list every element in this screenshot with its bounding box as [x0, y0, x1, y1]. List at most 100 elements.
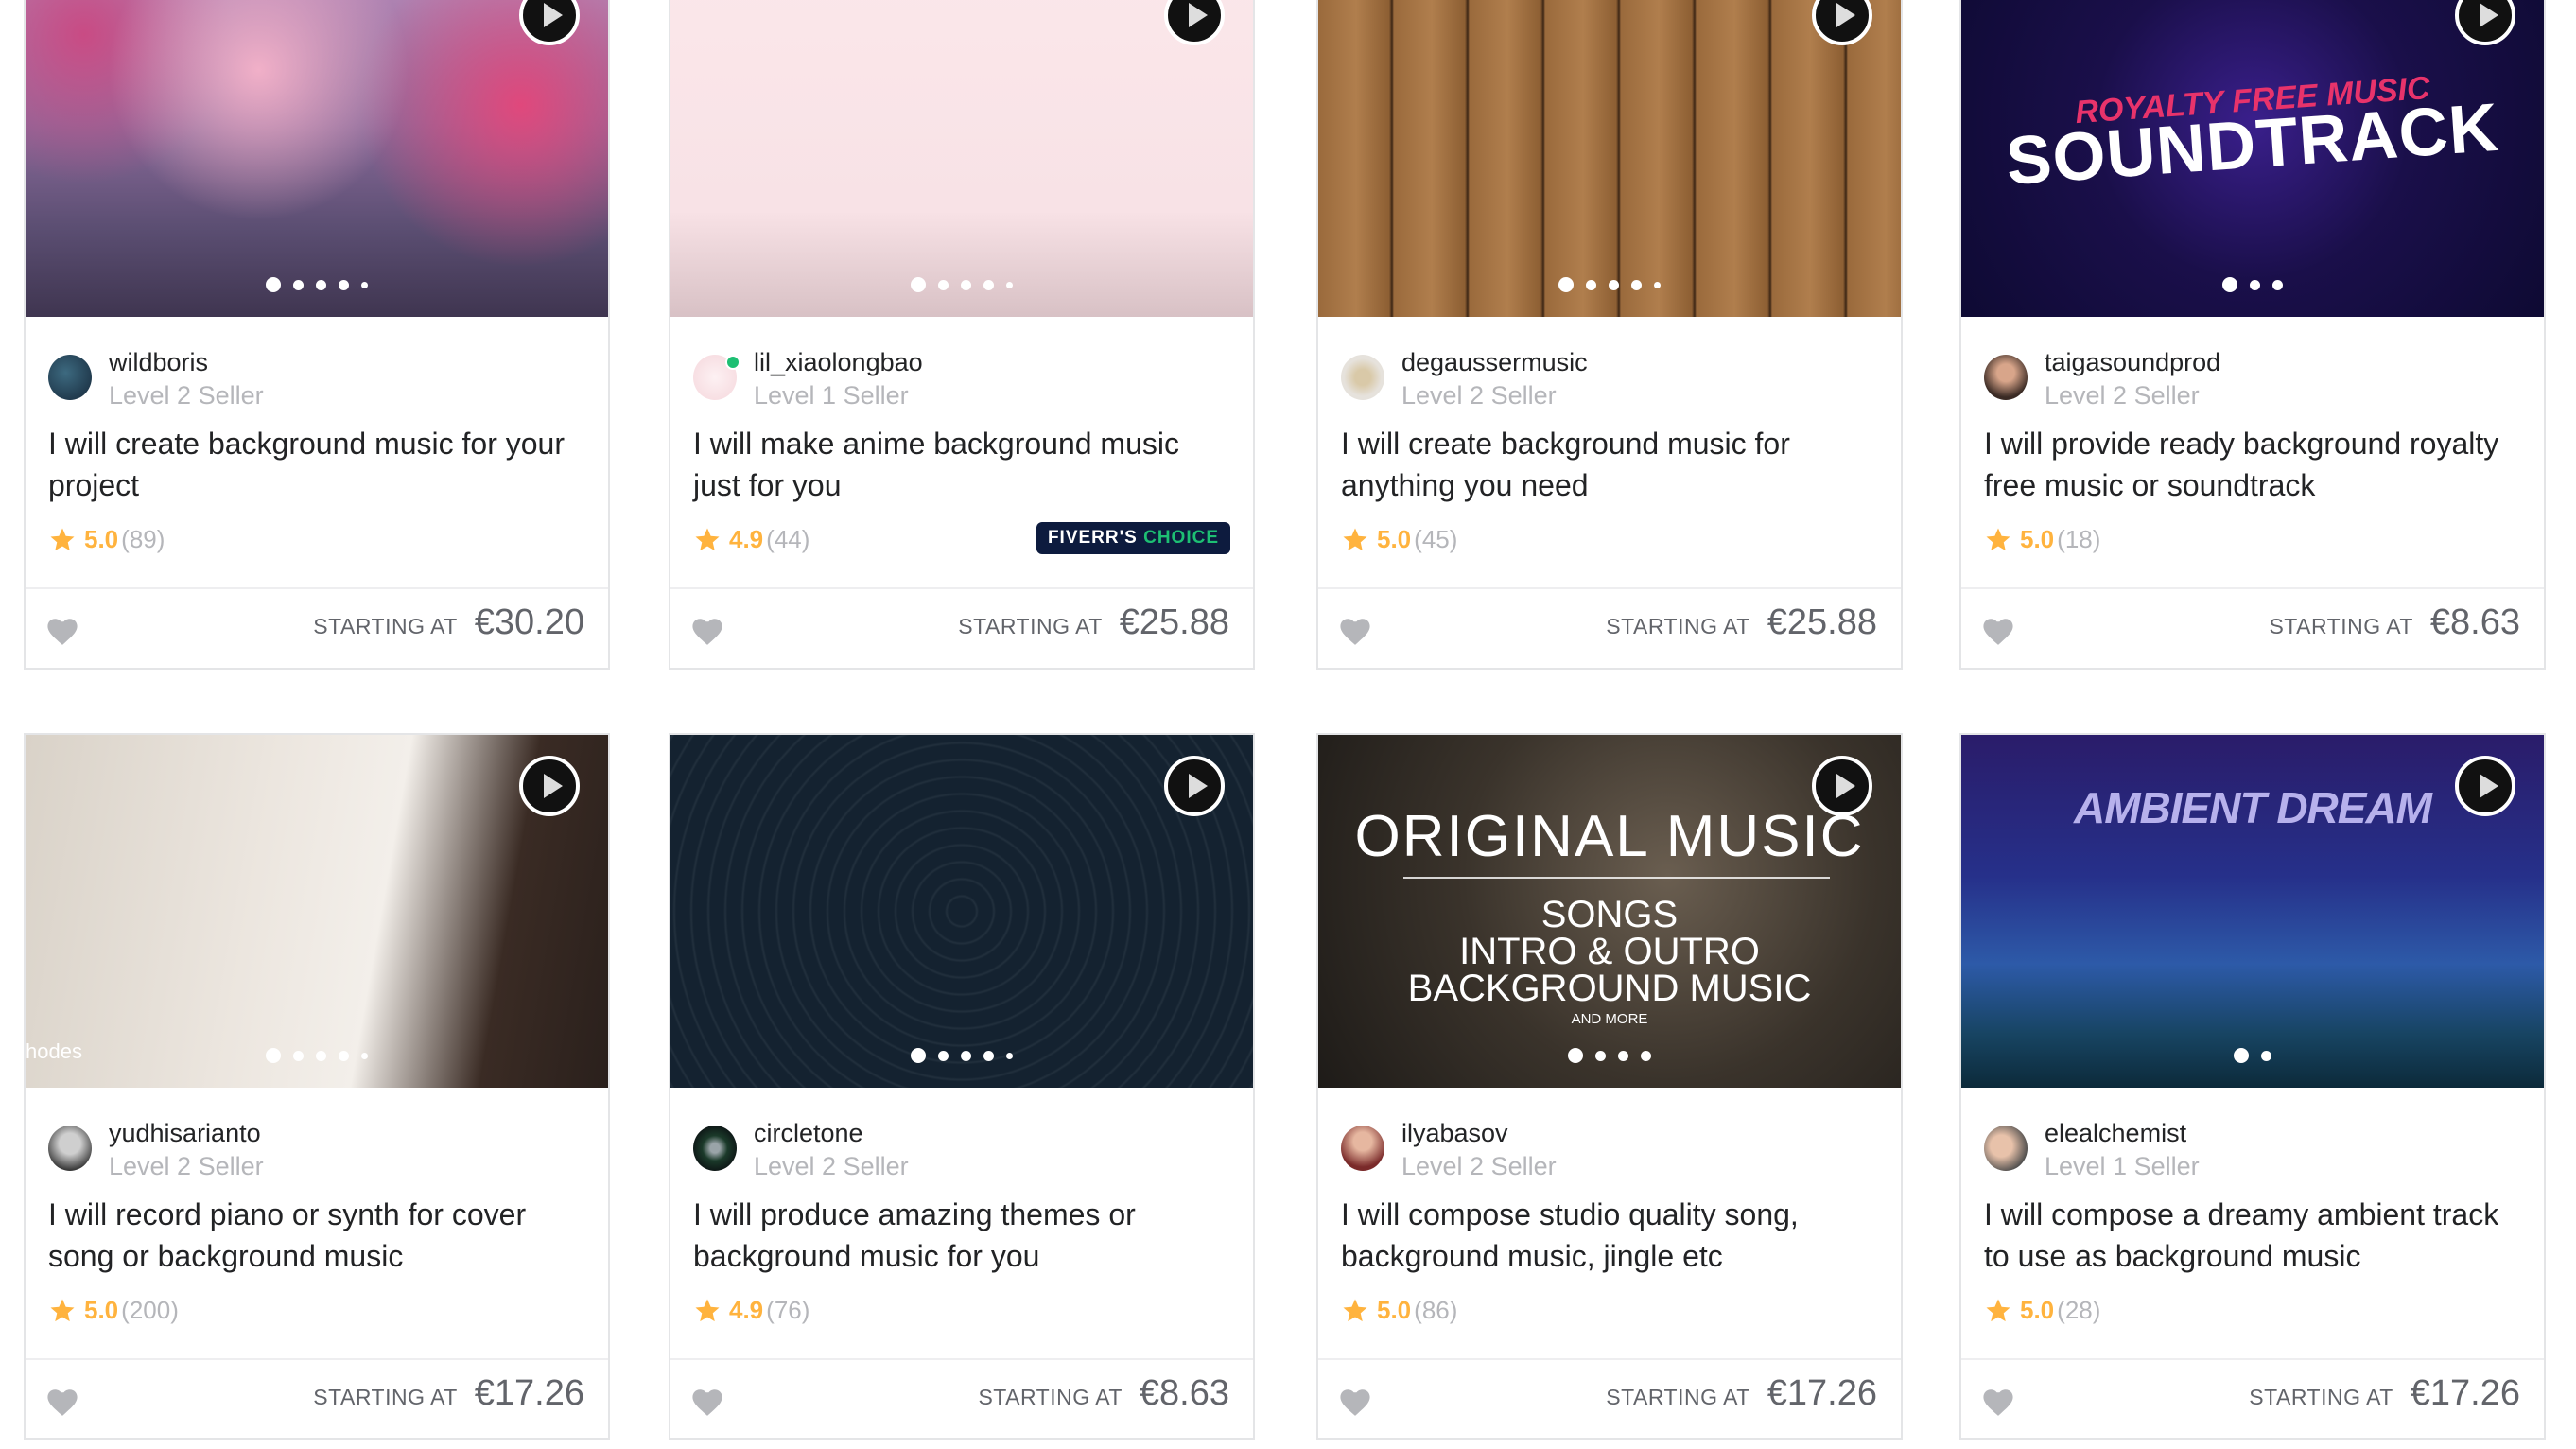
gig-title-link[interactable]: I will provide ready background royalty … — [1984, 423, 2514, 506]
gig-thumbnail[interactable]: ROYALTY FREE MUSIC SOUNDTRACK — [1961, 0, 2544, 317]
seller-avatar[interactable] — [1984, 355, 2028, 400]
gig-thumbnail[interactable] — [670, 735, 1253, 1088]
gig-title-link[interactable]: I will compose a dreamy ambient track to… — [1984, 1194, 2514, 1277]
gig-title-link[interactable]: I will compose studio quality song, back… — [1341, 1194, 1871, 1277]
seller-username[interactable]: yudhisarianto — [109, 1116, 264, 1150]
play-video-button[interactable] — [519, 756, 580, 816]
price-block[interactable]: STARTING AT €17.26 — [313, 1373, 584, 1414]
price-block[interactable]: STARTING AT €8.63 — [978, 1373, 1229, 1414]
slide-dot[interactable] — [339, 279, 349, 290]
slide-dot[interactable] — [2234, 1048, 2249, 1063]
gig-card-ilyabasov[interactable]: ORIGINAL MUSIC SONGS INTRO & OUTRO BACKGROU… — [1316, 733, 1903, 1440]
slide-dot[interactable] — [266, 277, 281, 292]
gig-card-degaussermusic[interactable]: degaussermusic Level 2 Seller I will cre… — [1316, 0, 1903, 670]
heart-icon[interactable] — [691, 1387, 723, 1417]
seller-avatar[interactable] — [693, 1126, 737, 1171]
seller-avatar[interactable] — [1341, 1126, 1384, 1171]
price-block[interactable]: STARTING AT €17.26 — [2249, 1373, 2520, 1414]
slide-dot[interactable] — [938, 1050, 949, 1061]
price-block[interactable]: STARTING AT €8.63 — [2269, 602, 2520, 643]
slide-dot[interactable] — [361, 281, 368, 288]
play-video-button[interactable] — [1812, 756, 1872, 816]
slide-dot[interactable] — [1631, 279, 1642, 290]
gig-title-link[interactable]: I will create background music for anyth… — [1341, 423, 1871, 506]
gig-title-link[interactable]: I will create background music for your … — [48, 423, 578, 506]
slide-dot[interactable] — [1654, 281, 1661, 288]
seller-username[interactable]: taigasoundprod — [2045, 345, 2220, 379]
gig-card-taigasoundprod[interactable]: ROYALTY FREE MUSIC SOUNDTRACK taigasoundp… — [1959, 0, 2546, 670]
slide-dot[interactable] — [1006, 281, 1013, 288]
slide-dot[interactable] — [1609, 279, 1619, 290]
heart-icon[interactable] — [46, 1387, 78, 1417]
slide-dot[interactable] — [2261, 1050, 2271, 1061]
gig-card-footer: STARTING AT €17.26 — [1961, 1360, 2544, 1440]
gig-thumbnail[interactable]: AMBIENT DREAM — [1961, 735, 2544, 1088]
play-video-button[interactable] — [2455, 756, 2515, 816]
seller-avatar[interactable] — [48, 1126, 92, 1171]
price-block[interactable]: STARTING AT €25.88 — [958, 602, 1229, 643]
price-block[interactable]: STARTING AT €30.20 — [313, 602, 584, 643]
slide-dot[interactable] — [293, 1050, 304, 1061]
gig-card-elealchemist[interactable]: AMBIENT DREAM elealchemist Level 1 Selle… — [1959, 733, 2546, 1440]
heart-icon[interactable] — [1339, 1387, 1371, 1417]
heart-icon[interactable] — [1982, 1387, 2014, 1417]
slide-dot[interactable] — [983, 1050, 994, 1061]
seller-avatar[interactable] — [1341, 355, 1384, 400]
slide-dot[interactable] — [961, 279, 971, 290]
slide-dot[interactable] — [911, 1048, 926, 1063]
price-block[interactable]: STARTING AT €25.88 — [1606, 602, 1877, 643]
seller-info: ilyabasov Level 2 Seller — [1341, 1116, 1557, 1182]
gig-thumbnail[interactable] — [1318, 0, 1901, 317]
heart-icon[interactable] — [691, 616, 723, 646]
slide-dot[interactable] — [938, 279, 949, 290]
seller-username[interactable]: elealchemist — [2045, 1116, 2200, 1150]
slide-dot[interactable] — [1006, 1052, 1013, 1059]
slide-dot[interactable] — [1641, 1050, 1651, 1061]
review-count: (200) — [121, 1296, 179, 1324]
gig-title-link[interactable]: I will record piano or synth for cover s… — [48, 1194, 578, 1277]
slide-dot[interactable] — [911, 277, 926, 292]
slide-dot[interactable] — [961, 1050, 971, 1061]
slide-dot[interactable] — [2222, 277, 2237, 292]
seller-username[interactable]: circletone — [754, 1116, 909, 1150]
gig-title-link[interactable]: I will make anime background music just … — [693, 423, 1223, 506]
seller-avatar[interactable] — [693, 355, 740, 400]
gig-thumbnail[interactable]: ORIGINAL MUSIC SONGS INTRO & OUTRO BACKGROU… — [1318, 735, 1901, 1088]
seller-username[interactable]: degaussermusic — [1401, 345, 1588, 379]
seller-avatar[interactable] — [1984, 1126, 2028, 1171]
heart-icon[interactable] — [46, 616, 78, 646]
slide-dot[interactable] — [316, 1050, 326, 1061]
gig-thumbnail[interactable] — [670, 0, 1253, 317]
heart-icon[interactable] — [1339, 616, 1371, 646]
gig-card-wildboris[interactable]: wildboris Level 2 Seller I will create b… — [24, 0, 610, 670]
slide-dot[interactable] — [1586, 279, 1596, 290]
heart-icon[interactable] — [1982, 616, 2014, 646]
gig-card-lil_xiaolongbao[interactable]: lil_xiaolongbao Level 1 Seller I will ma… — [669, 0, 1255, 670]
gig-card-yudhisarianto[interactable]: hodes yudhisarianto Level 2 Seller I wil… — [24, 733, 610, 1440]
play-video-button[interactable] — [1164, 756, 1225, 816]
slide-dot[interactable] — [316, 279, 326, 290]
slide-dot[interactable] — [1558, 277, 1574, 292]
price-block[interactable]: STARTING AT €17.26 — [1606, 1373, 1877, 1414]
seller-username[interactable]: lil_xiaolongbao — [754, 345, 923, 379]
slide-dot[interactable] — [1568, 1048, 1583, 1063]
slide-dot[interactable] — [339, 1050, 349, 1061]
slide-dot[interactable] — [983, 279, 994, 290]
seller-username[interactable]: ilyabasov — [1401, 1116, 1557, 1150]
slide-dot[interactable] — [266, 1048, 281, 1063]
slide-dot[interactable] — [361, 1052, 368, 1059]
gig-thumbnail[interactable] — [26, 0, 608, 317]
seller-info: degaussermusic Level 2 Seller — [1341, 345, 1588, 411]
slide-dot[interactable] — [1618, 1050, 1628, 1061]
review-count: (18) — [2057, 525, 2101, 553]
gig-title-link[interactable]: I will produce amazing themes or backgro… — [693, 1194, 1223, 1277]
slide-dot[interactable] — [293, 279, 304, 290]
slide-dot[interactable] — [2272, 279, 2283, 290]
gig-thumbnail[interactable]: hodes — [26, 735, 608, 1088]
slide-dot[interactable] — [2250, 279, 2260, 290]
seller-username[interactable]: wildboris — [109, 345, 264, 379]
gig-card-circletone[interactable]: circletone Level 2 Seller I will produce… — [669, 733, 1255, 1440]
slide-dot[interactable] — [1595, 1050, 1606, 1061]
gig-card-footer: STARTING AT €8.63 — [1961, 589, 2544, 669]
seller-avatar[interactable] — [48, 355, 92, 400]
